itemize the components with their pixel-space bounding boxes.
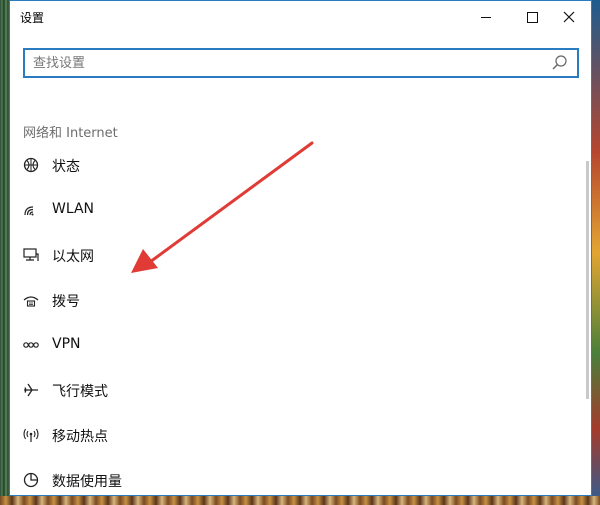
nav-item-label: 拨号 — [52, 294, 80, 310]
hotspot-icon — [23, 428, 39, 442]
maximize-icon — [526, 11, 538, 23]
nav-item-label: 状态 — [52, 159, 80, 175]
search-icon[interactable] — [551, 54, 569, 72]
minimize-button[interactable] — [463, 1, 509, 33]
nav-item-label: 数据使用量 — [52, 474, 122, 490]
background-bottom-edge — [0, 496, 600, 505]
search-input[interactable] — [33, 54, 533, 72]
vpn-icon — [23, 342, 39, 348]
nav-item-ethernet[interactable]: 以太网 — [22, 240, 572, 270]
nav-item-vpn[interactable]: VPN — [22, 330, 572, 360]
nav-item-airplane-mode[interactable]: 飞行模式 — [22, 375, 572, 405]
ethernet-monitor-icon — [23, 248, 39, 261]
dialup-icon — [23, 296, 39, 307]
nav-item-status[interactable]: 状态 — [22, 150, 572, 180]
nav-item-label: 移动热点 — [52, 429, 108, 445]
settings-window: 设置 网络和 Internet 状态 WLAN — [9, 0, 592, 496]
window-title: 设置 — [20, 11, 45, 25]
background-right-edge — [592, 0, 600, 505]
section-heading: 网络和 Internet — [23, 126, 118, 141]
search-box[interactable] — [23, 48, 579, 78]
title-bar[interactable]: 设置 — [10, 1, 591, 33]
nav-item-label: 飞行模式 — [52, 384, 108, 400]
data-usage-icon — [23, 472, 39, 488]
nav-item-data-usage[interactable]: 数据使用量 — [22, 465, 572, 495]
scrollbar[interactable] — [586, 161, 589, 399]
airplane-icon — [24, 383, 38, 397]
nav-item-label: 以太网 — [52, 249, 94, 265]
nav-item-dialup[interactable]: 拨号 — [22, 285, 572, 315]
nav-item-wlan[interactable]: WLAN — [22, 195, 572, 225]
close-icon — [563, 11, 575, 23]
nav-item-mobile-hotspot[interactable]: 移动热点 — [22, 420, 572, 450]
close-button[interactable] — [546, 1, 592, 33]
minimize-icon — [481, 16, 491, 18]
wifi-icon — [24, 206, 34, 216]
nav-item-label: VPN — [52, 336, 81, 352]
nav-item-label: WLAN — [52, 201, 95, 217]
globe-status-icon — [23, 157, 39, 173]
